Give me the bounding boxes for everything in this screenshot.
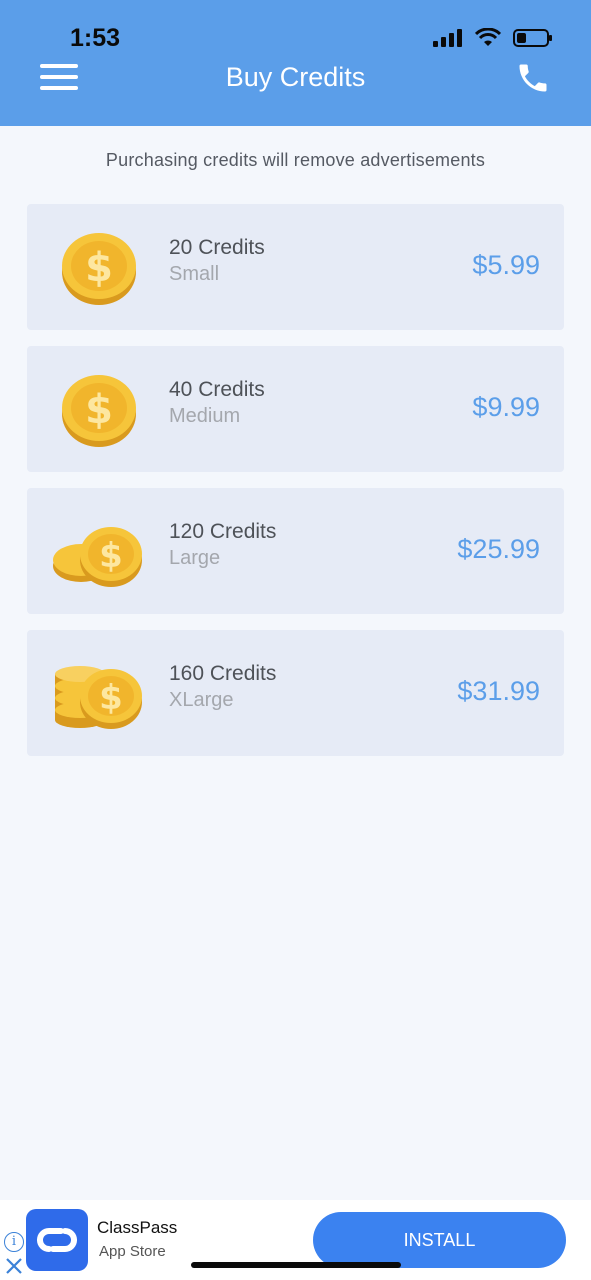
battery-icon — [513, 29, 552, 47]
svg-text:$: $ — [99, 678, 123, 718]
package-price: $9.99 — [472, 392, 540, 422]
package-card-xlarge[interactable]: $ 160 Credits XLarge $31.99 — [27, 630, 564, 756]
app-header: 1:53 Buy Credits — [0, 0, 591, 126]
close-icon[interactable] — [5, 1257, 23, 1275]
ad-app-name: ClassPass — [97, 1218, 178, 1237]
signal-icon — [433, 29, 462, 47]
package-size: Medium — [169, 405, 241, 427]
package-name: 120 Credits — [169, 520, 277, 543]
link-icon — [37, 1228, 77, 1252]
package-size: Large — [169, 547, 221, 569]
page-title: Buy Credits — [225, 62, 366, 92]
home-indicator — [191, 1262, 401, 1268]
install-button[interactable]: INSTALL — [313, 1212, 566, 1268]
package-size: Small — [169, 263, 220, 285]
ad-banner[interactable]: i ClassPass App Store INSTALL — [0, 1200, 591, 1280]
package-price: $5.99 — [472, 250, 540, 280]
coin-stack-icon: $ — [55, 666, 142, 729]
package-price: $25.99 — [457, 534, 540, 564]
package-name: 40 Credits — [169, 378, 265, 401]
svg-text:$: $ — [85, 387, 113, 433]
package-card-small[interactable]: $ 20 Credits Small $5.99 — [27, 204, 564, 330]
package-name: 20 Credits — [169, 236, 265, 259]
single-coin-icon: $ — [62, 375, 136, 447]
package-card-large[interactable]: $ 120 Credits Large $25.99 — [27, 488, 564, 614]
svg-text:$: $ — [99, 536, 123, 576]
classpass-logo — [26, 1209, 88, 1271]
package-card-medium[interactable]: $ 40 Credits Medium $9.99 — [27, 346, 564, 472]
package-size: XLarge — [169, 689, 234, 711]
phone-icon — [519, 64, 547, 92]
status-time: 1:53 — [70, 24, 121, 52]
package-price: $31.99 — [457, 676, 540, 706]
status-icons — [433, 28, 553, 48]
ad-info-icon[interactable]: i — [4, 1232, 24, 1252]
call-button[interactable] — [514, 60, 552, 96]
ad-removal-notice: Purchasing credits will remove advertise… — [105, 150, 486, 170]
single-coin-icon: $ — [62, 233, 136, 305]
wifi-icon — [475, 28, 501, 46]
package-name: 160 Credits — [169, 662, 277, 685]
svg-text:$: $ — [85, 245, 113, 291]
ad-store-name: App Store — [99, 1243, 166, 1260]
two-coins-icon: $ — [53, 527, 142, 587]
